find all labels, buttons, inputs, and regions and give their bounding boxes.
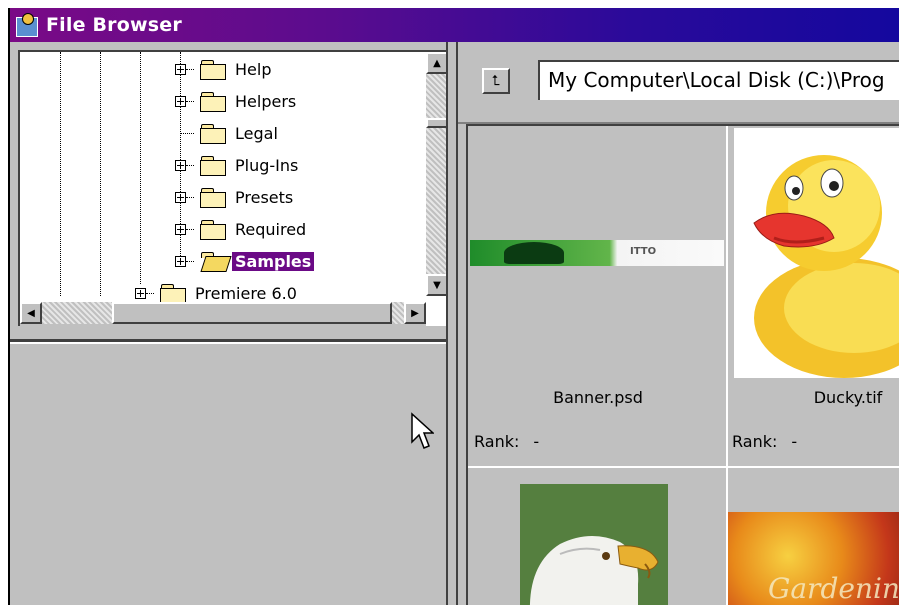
file-browser-app-icon xyxy=(14,13,40,37)
tree-item-plug-ins[interactable]: Plug-Ins xyxy=(175,152,301,178)
title-bar[interactable]: File Browser xyxy=(10,8,899,42)
scroll-down-button[interactable]: ▼ xyxy=(426,274,448,296)
tree-item-presets[interactable]: Presets xyxy=(175,184,296,210)
file-browser-window: File Browser Help Helpers Legal Plug-Ins… xyxy=(8,8,899,605)
tree-item-label: Helpers xyxy=(235,91,297,111)
preview-pane xyxy=(10,339,446,605)
duck-image xyxy=(734,128,899,378)
thumbnail-grid[interactable]: ITTO Banner.psd Rank: - Ducky.tif Rank: … xyxy=(466,124,899,605)
pane-splitter[interactable] xyxy=(446,42,458,605)
tree-item-label-selected: Samples xyxy=(232,251,315,271)
expand-toggle-icon[interactable] xyxy=(135,287,146,299)
open-folder-icon xyxy=(200,251,232,272)
thumbnail-rank: Rank: - xyxy=(474,432,540,451)
thumbnail-filename: Ducky.tif xyxy=(813,388,883,407)
tree-horizontal-scrollbar[interactable]: ◀ ▶ xyxy=(20,302,426,326)
scroll-up-button[interactable]: ▲ xyxy=(426,52,448,74)
folder-up-button[interactable]: ⮤ xyxy=(482,68,510,94)
folder-up-icon: ⮤ xyxy=(491,73,501,89)
mouse-cursor-icon xyxy=(410,412,435,452)
expand-toggle-icon[interactable] xyxy=(175,63,186,75)
scroll-right-button[interactable]: ▶ xyxy=(404,302,426,324)
thumbnail-rank: Rank: - xyxy=(732,432,798,451)
folder-icon xyxy=(200,123,226,144)
expand-toggle-icon[interactable] xyxy=(175,95,186,107)
scroll-left-button[interactable]: ◀ xyxy=(20,302,42,324)
tree-item-help[interactable]: Help xyxy=(175,56,274,82)
expand-toggle-icon[interactable] xyxy=(175,191,186,203)
tree-item-label: Help xyxy=(235,59,272,79)
expand-toggle-icon[interactable] xyxy=(175,255,186,267)
folder-icon xyxy=(200,155,226,176)
tree-item-samples[interactable]: Samples xyxy=(175,248,315,274)
folder-icon xyxy=(160,283,186,304)
banner-image: ITTO xyxy=(470,240,724,266)
window-title: File Browser xyxy=(46,14,182,36)
scroll-thumb[interactable] xyxy=(426,118,448,128)
folder-icon xyxy=(200,187,226,208)
tree-item-helpers[interactable]: Helpers xyxy=(175,88,299,114)
scroll-thumb[interactable] xyxy=(112,302,392,324)
thumbnail-filename: Banner.psd xyxy=(553,388,643,407)
scroll-track[interactable] xyxy=(426,74,448,274)
tree-item-label: Required xyxy=(235,219,307,239)
tree-item-label: Premiere 6.0 xyxy=(195,283,297,303)
folder-icon xyxy=(200,219,226,240)
tree-item-required[interactable]: Required xyxy=(175,216,309,242)
flower-caption: Gardening C xyxy=(768,572,899,605)
path-bar: ⮤ My Computer\Local Disk (C:)\Prog xyxy=(458,42,899,124)
folder-tree[interactable]: Help Helpers Legal Plug-Ins Presets Requ… xyxy=(18,50,450,326)
thumbnail-pane: ⮤ My Computer\Local Disk (C:)\Prog ITTO … xyxy=(458,42,899,605)
tree-item-label: Presets xyxy=(235,187,294,207)
folder-icon xyxy=(200,59,226,80)
expand-toggle-icon[interactable] xyxy=(175,159,186,171)
tree-item-legal[interactable]: Legal xyxy=(180,120,281,146)
tree-item-label: Legal xyxy=(235,123,278,143)
folder-pane: Help Helpers Legal Plug-Ins Presets Requ… xyxy=(10,42,450,605)
folder-icon xyxy=(200,91,226,112)
expand-toggle-icon[interactable] xyxy=(175,223,186,235)
eagle-image xyxy=(520,484,668,605)
tree-item-label: Plug-Ins xyxy=(235,155,299,175)
flower-image: Gardening C xyxy=(728,512,899,605)
path-field[interactable]: My Computer\Local Disk (C:)\Prog xyxy=(538,60,899,100)
